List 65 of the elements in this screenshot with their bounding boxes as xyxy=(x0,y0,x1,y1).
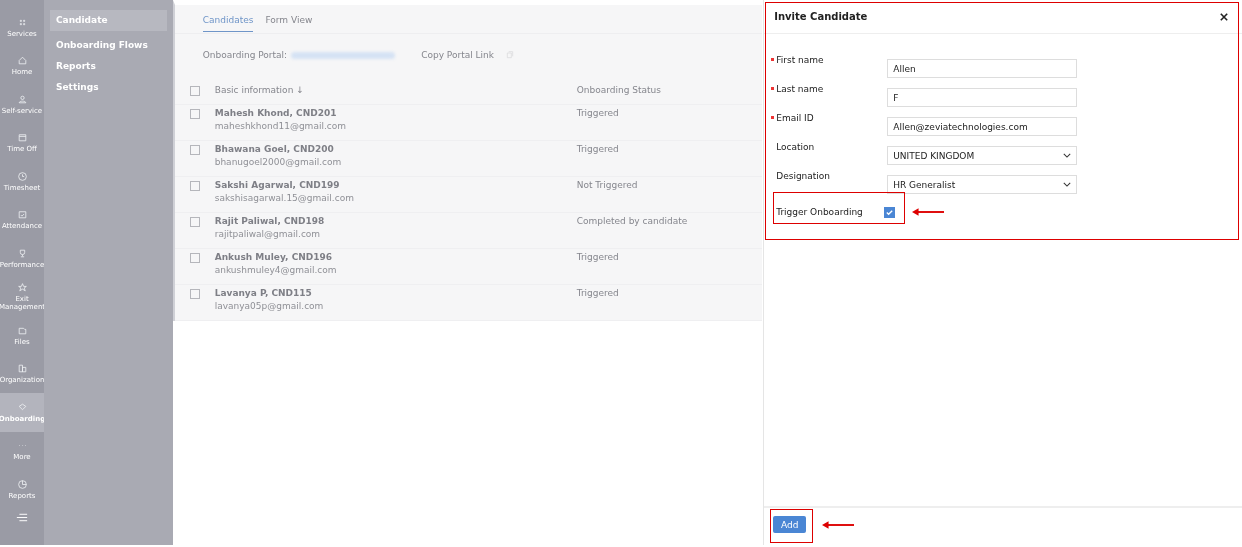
checkbox[interactable] xyxy=(189,85,200,96)
arrow-icon xyxy=(912,208,945,216)
dropdown-field[interactable]: UNITED KINGDOM xyxy=(887,146,1078,165)
highlight-frame xyxy=(770,509,814,543)
tab[interactable]: Candidates xyxy=(202,13,254,32)
nav-icon xyxy=(16,93,28,105)
field-label: Designation xyxy=(776,171,832,181)
input-field[interactable]: Allen@zeviatechnologies.com xyxy=(887,117,1078,136)
close-icon[interactable] xyxy=(1220,12,1228,21)
candidate-name: Rajit Paliwal, CND198 xyxy=(214,216,326,226)
checkbox[interactable] xyxy=(189,181,200,191)
checkbox[interactable] xyxy=(884,206,896,218)
field-label: Trigger Onboarding xyxy=(776,207,864,217)
nav-icon xyxy=(16,363,28,375)
chevron-down-icon xyxy=(1063,182,1072,187)
field-label: First name xyxy=(776,55,825,65)
nav-icon xyxy=(16,209,28,221)
candidate-name: Lavanya P, CND115 xyxy=(214,288,313,298)
column-header[interactable]: Onboarding Status xyxy=(576,85,661,95)
status-text: Not Triggered xyxy=(576,180,638,190)
panel-title: Invite Candidate xyxy=(774,11,868,22)
checkbox[interactable] xyxy=(189,109,200,119)
status-text: Completed by candidate xyxy=(576,216,688,226)
nav-icon xyxy=(16,282,28,294)
candidate-name: Mahesh Khond, CND201 xyxy=(214,108,338,118)
nav-icon xyxy=(16,55,28,67)
status-text: Triggered xyxy=(576,144,619,154)
candidate-email: maheshkhond11@gmail.com xyxy=(214,121,347,131)
field-label: Location xyxy=(776,142,816,152)
checkbox[interactable] xyxy=(189,217,200,227)
submenu-item[interactable]: Candidate xyxy=(50,10,167,31)
status-text: Triggered xyxy=(576,252,619,262)
tab[interactable]: Form View xyxy=(265,13,313,31)
nav-icon xyxy=(16,478,28,490)
candidate-email: lavanya05p@gmail.com xyxy=(214,301,325,311)
dropdown-field[interactable]: HR Generalist xyxy=(887,175,1078,194)
input-field[interactable]: Allen xyxy=(887,59,1078,78)
nav-icon xyxy=(16,170,28,182)
nav-icon xyxy=(16,132,28,144)
nav-icon xyxy=(16,401,28,413)
status-text: Triggered xyxy=(576,108,619,118)
portal-label: Onboarding Portal: xyxy=(202,50,288,60)
submenu-item[interactable]: Reports xyxy=(50,56,167,77)
field-label: Email ID xyxy=(776,113,815,123)
submenu-item[interactable]: Onboarding Flows xyxy=(50,35,167,56)
arrow-icon xyxy=(822,520,855,529)
checkbox[interactable] xyxy=(189,145,200,155)
candidate-name: Sakshi Agarwal, CND199 xyxy=(214,180,341,190)
candidate-name: Ankush Muley, CND196 xyxy=(214,252,334,262)
chevron-down-icon xyxy=(1063,153,1072,158)
candidate-email: sakshisagarwal.15@gmail.com xyxy=(214,193,355,203)
checkbox[interactable] xyxy=(189,253,200,263)
input-field[interactable]: F xyxy=(887,88,1078,107)
candidate-email: bhanugoel2000@gmail.com xyxy=(214,157,343,167)
checkbox[interactable] xyxy=(189,289,200,299)
candidate-email: rajitpaliwal@gmail.com xyxy=(214,229,322,239)
copy-link[interactable]: Copy Portal Link xyxy=(421,50,494,60)
menu-icon[interactable] xyxy=(15,512,29,522)
submenu-item[interactable]: Settings xyxy=(50,77,167,98)
status-text: Triggered xyxy=(576,288,619,298)
add-button[interactable]: Add xyxy=(773,516,807,533)
column-header[interactable]: Basic information ↓ xyxy=(214,85,577,95)
field-label: Last name xyxy=(776,84,825,94)
candidate-name: Bhawana Goel, CND200 xyxy=(214,144,335,154)
candidate-email: ankushmuley4@gmail.com xyxy=(214,265,338,275)
